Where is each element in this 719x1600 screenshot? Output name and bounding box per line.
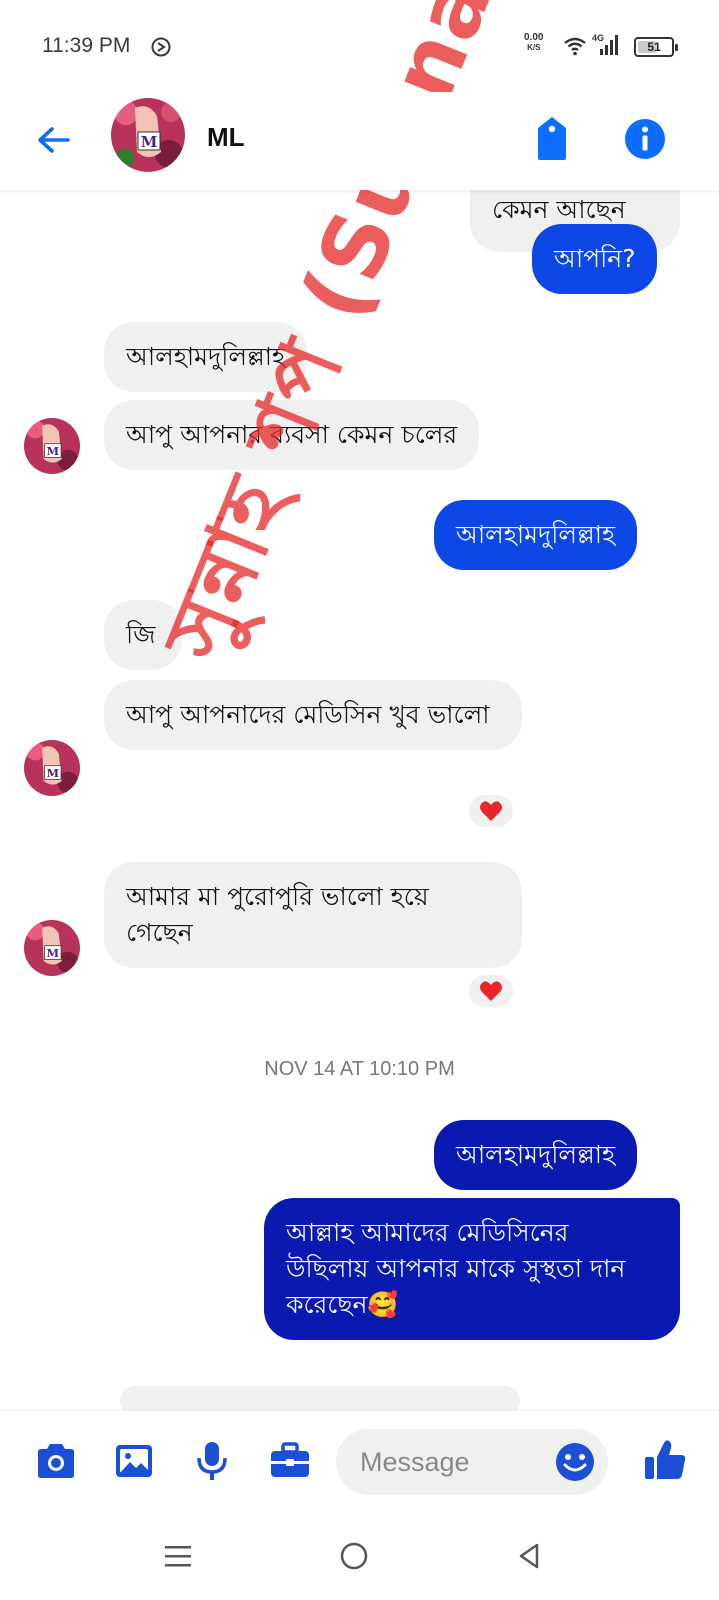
system-navigation-bar: [0, 1510, 719, 1600]
message-text: আমার মা পুরোপুরি ভালো হয়ে গেছেন: [126, 882, 429, 947]
thumbs-up-icon: [645, 1440, 686, 1479]
network-type: 4G: [592, 33, 605, 43]
message-bubble-incoming[interactable]: আলহামদুলিল্লাহ: [104, 322, 308, 392]
camera-button[interactable]: [32, 1437, 80, 1485]
chat-header: M ML: [0, 92, 719, 190]
info-icon: [625, 119, 665, 159]
microphone-button[interactable]: [188, 1437, 236, 1485]
home-circle-icon: [340, 1542, 368, 1570]
contact-avatar-small[interactable]: M: [24, 418, 80, 474]
contact-avatar-small[interactable]: M: [24, 920, 80, 976]
message-timestamp: NOV 14 AT 10:10 PM: [264, 1058, 455, 1080]
message-text: কেমন আছেন: [492, 195, 626, 224]
message-text: জি: [126, 620, 156, 649]
message-bubble-outgoing[interactable]: আল্লাহ আমাদের মেডিসিনের উছিলায় আপনার মা…: [264, 1198, 680, 1340]
message-text: আলহামদুলিল্লাহ: [126, 342, 286, 371]
do-not-disturb-icon: [150, 36, 172, 62]
gallery-button[interactable]: [110, 1437, 158, 1485]
net-speed-value: 0.00: [524, 32, 544, 43]
reaction-heart[interactable]: [466, 972, 516, 1010]
microphone-icon: [197, 1442, 227, 1480]
contact-name[interactable]: ML: [207, 122, 245, 153]
cell-signal-icon: 4G: [592, 33, 618, 61]
message-text: আপু আপনার ব্যবসা কেমন চলের: [126, 420, 458, 449]
message-text: আপনি?: [554, 244, 636, 273]
message-bubble-incoming[interactable]: আপু আপনাদের মেডিসিন খুব ভালো: [104, 680, 522, 750]
avatar-letter: M: [46, 946, 59, 960]
battery-icon: 51: [634, 37, 678, 57]
heart-icon: [480, 801, 502, 821]
recents-button[interactable]: [158, 1538, 198, 1574]
reaction-heart[interactable]: [466, 792, 516, 830]
image-icon: [116, 1445, 152, 1477]
emoji-icon: [556, 1443, 594, 1481]
back-nav-button[interactable]: [510, 1538, 550, 1574]
next-message-peek: [120, 1386, 520, 1410]
net-speed-unit: K/S: [527, 43, 541, 52]
menu-icon: [165, 1546, 191, 1567]
message-bubble-outgoing[interactable]: আলহামদুলিল্লাহ: [434, 500, 638, 570]
avatar-letter: M: [46, 444, 59, 458]
message-text: আলহামদুলিল্লাহ: [456, 520, 616, 549]
message-composer: [0, 1410, 719, 1510]
like-button[interactable]: [642, 1437, 690, 1485]
camera-icon: [38, 1444, 74, 1478]
contact-avatar-small[interactable]: M: [24, 740, 80, 796]
info-button[interactable]: [622, 116, 668, 162]
emoji-button[interactable]: [552, 1439, 598, 1485]
message-text: আপু আপনাদের মেডিসিন খুব ভালো: [126, 700, 490, 729]
message-list[interactable]: কেমন আছেন আপনি? আলহামদুলিল্লাহ আপু আপনার…: [0, 190, 719, 1410]
briefcase-icon: [271, 1442, 309, 1477]
home-button[interactable]: [334, 1538, 374, 1574]
back-button[interactable]: [30, 116, 78, 164]
back-arrow-icon: [38, 127, 70, 153]
briefcase-button[interactable]: [266, 1437, 314, 1485]
message-bubble-incoming[interactable]: আমার মা পুরোপুরি ভালো হয়ে গেছেন: [104, 862, 522, 968]
status-bar: 11:39 PM 0.00 K/S 4G 51: [0, 0, 719, 92]
back-triangle-icon: [519, 1543, 539, 1569]
heart-icon: [480, 981, 502, 1001]
battery-level: 51: [647, 40, 661, 54]
contact-avatar[interactable]: M: [111, 98, 185, 172]
net-speed: 0.00 K/S: [524, 33, 543, 53]
tag-icon: [538, 117, 566, 160]
message-text: আল্লাহ আমাদের মেডিসিনের উছিলায় আপনার মা…: [286, 1218, 626, 1319]
message-text: আলহামদুলিল্লাহ: [456, 1140, 616, 1169]
status-time: 11:39 PM: [42, 34, 131, 57]
tag-button[interactable]: [530, 114, 574, 162]
message-bubble-outgoing[interactable]: আলহামদুলিল্লাহ: [434, 1120, 638, 1190]
message-bubble-incoming[interactable]: আপু আপনার ব্যবসা কেমন চলের: [104, 400, 480, 470]
avatar-letter: M: [141, 133, 158, 151]
message-bubble-incoming[interactable]: জি: [104, 600, 182, 670]
message-bubble-outgoing[interactable]: আপনি?: [532, 224, 658, 294]
wifi-icon: [563, 36, 587, 60]
avatar-letter: M: [46, 766, 59, 780]
